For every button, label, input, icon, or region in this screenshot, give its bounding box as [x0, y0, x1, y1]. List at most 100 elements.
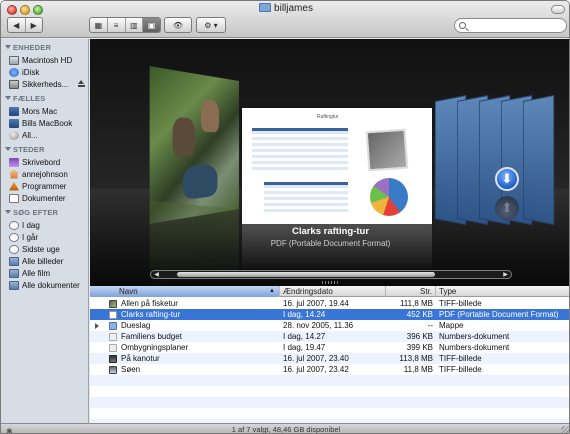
sidebar-item-desktop[interactable]: Skrivebord: [1, 156, 88, 168]
sidebar-item-all-movies[interactable]: Alle film: [1, 267, 88, 279]
column-header-date[interactable]: Ændringsdato: [280, 286, 386, 297]
coverflow-item-folder[interactable]: [523, 94, 555, 226]
eject-icon[interactable]: [78, 80, 85, 87]
sidebar-item-last-week[interactable]: Sidste uge: [1, 243, 88, 255]
download-arrow-icon: ⬇: [495, 167, 519, 191]
action-gear-icon[interactable]: ✱: [6, 426, 13, 433]
sidebar-section-title: SØG EFTER: [13, 208, 59, 217]
search-icon: [459, 22, 466, 29]
toolbar-toggle-button[interactable]: [551, 5, 565, 14]
forward-button[interactable]: ▶: [26, 18, 43, 32]
sidebar-section-places[interactable]: STEDER: [1, 141, 88, 156]
sidebar-item-label: Mors Mac: [22, 106, 58, 116]
sidebar-item-all-shared[interactable]: All...: [1, 129, 88, 141]
sidebar-item-label: annejohnson: [22, 169, 68, 179]
coverflow-view[interactable]: Raftingtur ⬇ ⬆ Clarks rafting-tur PDF (P…: [90, 39, 569, 286]
table-row[interactable]: Dueslag 28. nov 2005, 11.36 -- Mappe: [90, 320, 569, 331]
document-table: [252, 128, 348, 172]
sidebar-item-label: Macintosh HD: [22, 55, 73, 65]
sidebar-item-macintosh-hd[interactable]: Macintosh HD: [1, 54, 88, 66]
resize-handle-icon[interactable]: [561, 426, 569, 433]
action-menu-button[interactable]: ⚙ ▾: [196, 17, 226, 33]
file-date: 16. jul 2007, 23.42: [283, 365, 349, 374]
coverflow-scrollbar[interactable]: ◀ ▶: [150, 270, 512, 279]
sidebar-item-all-images[interactable]: Alle billeder: [1, 255, 88, 267]
column-header-name[interactable]: Navn ▲: [90, 286, 280, 297]
file-icon: [109, 344, 117, 352]
table-row[interactable]: Clarks rafting-tur I dag, 14.24 452 KB PDF …: [90, 309, 569, 320]
photo-figure: [172, 116, 196, 157]
column-header-size[interactable]: Str.: [386, 286, 436, 297]
file-type: TIFF-billede: [439, 354, 482, 363]
coverflow-selected-name: Clarks rafting-tur: [291, 226, 370, 237]
scroll-left-arrow-icon[interactable]: ◀: [151, 271, 162, 278]
file-icon: [109, 355, 117, 363]
file-icon: [109, 311, 117, 319]
sidebar-item-documents[interactable]: Dokumenter: [1, 192, 88, 204]
sidebar-item-bills-macbook[interactable]: Bills MacBook: [1, 117, 88, 129]
sidebar-item-mors-mac[interactable]: Mors Mac: [1, 105, 88, 117]
file-type: Mappe: [439, 321, 464, 330]
coverflow-resize-grip[interactable]: [322, 281, 338, 284]
table-row[interactable]: Ombygningsplaner I dag, 19.47 399 KB Number…: [90, 342, 569, 353]
back-button[interactable]: ◀: [8, 18, 26, 32]
list-header: Navn ▲ Ændringsdato Str. Type: [90, 286, 569, 297]
gear-icon: ⚙ ▾: [204, 20, 218, 30]
file-type: TIFF-billede: [439, 365, 482, 374]
documents-icon: [9, 193, 19, 203]
sidebar-item-applications[interactable]: Programmer: [1, 180, 88, 192]
file-size: 452 KB: [406, 310, 433, 319]
sidebar-item-all-documents[interactable]: Alle dokumenter: [1, 279, 88, 291]
file-type: TIFF-billede: [439, 299, 482, 308]
table-row[interactable]: Søen 16. jul 2007, 23.42 11,8 MB TIFF-bille…: [90, 364, 569, 375]
sidebar-section-shared[interactable]: FÆLLES: [1, 90, 88, 105]
coverflow-item-document[interactable]: Raftingtur: [242, 108, 432, 224]
search-field[interactable]: [454, 18, 567, 33]
disclosure-triangle-icon[interactable]: [95, 323, 99, 329]
view-mode-selector: ▦ ≡ ▥ ▣: [89, 17, 161, 33]
coverflow-scroll-thumb[interactable]: [177, 272, 435, 277]
file-name: Dueslag: [121, 321, 151, 330]
icon-view-button[interactable]: ▦: [90, 18, 108, 32]
globe-icon: [9, 130, 19, 140]
sidebar-item-label: Dokumenter: [22, 193, 66, 203]
file-icon: [109, 300, 117, 308]
idisk-icon: [9, 67, 19, 77]
pie-chart-icon: [370, 178, 408, 216]
table-row[interactable]: Allen på fisketur 16. jul 2007, 19.44 111,…: [90, 298, 569, 309]
clock-icon: [9, 220, 19, 230]
sidebar-section-search-for[interactable]: SØG EFTER: [1, 204, 88, 219]
sidebar-item-label: I går: [22, 232, 39, 242]
sidebar-item-label: Sidste uge: [22, 244, 60, 254]
sidebar-item-home[interactable]: annejohnson: [1, 168, 88, 180]
file-icon: [109, 366, 117, 374]
column-header-label: Navn: [119, 287, 138, 296]
document-photos: [365, 128, 409, 172]
sidebar-section-devices[interactable]: ENHEDER: [1, 39, 88, 54]
coverflow-view-button[interactable]: ▣: [143, 18, 160, 32]
coverflow-selected-kind: PDF (Portable Document Format): [270, 239, 391, 248]
quicklook-button[interactable]: 👁: [164, 17, 192, 33]
status-text: 1 af 7 valgt, 48,46 GB disponibel: [231, 425, 341, 434]
disclosure-triangle-icon: [5, 45, 11, 49]
sidebar-item-yesterday[interactable]: I går: [1, 231, 88, 243]
file-name: Clarks rafting-tur: [121, 310, 181, 319]
sidebar-item-backup-volume[interactable]: Sikkerheds...: [1, 78, 88, 90]
column-view-button[interactable]: ▥: [126, 18, 144, 32]
file-type: PDF (Portable Document Format): [439, 310, 559, 319]
sidebar-item-today[interactable]: I dag: [1, 219, 88, 231]
window-title-text: billjames: [274, 3, 313, 14]
column-header-type[interactable]: Type: [436, 286, 569, 297]
scroll-right-arrow-icon[interactable]: ▶: [500, 271, 511, 278]
coverflow-item-photo[interactable]: [149, 66, 239, 224]
file-date: 16. jul 2007, 23.40: [283, 354, 349, 363]
sidebar-item-label: Programmer: [22, 181, 67, 191]
sidebar-item-label: Sikkerheds...: [22, 79, 69, 89]
list-view-button[interactable]: ≡: [108, 18, 126, 32]
table-row[interactable]: Familiens budget I dag, 14.27 396 KB Number…: [90, 331, 569, 342]
table-row[interactable]: På kanotur 16. jul 2007, 23.40 113,8 MB TIF…: [90, 353, 569, 364]
smart-folder-icon: [9, 280, 19, 290]
window-title: billjames: [1, 3, 569, 14]
sidebar-item-idisk[interactable]: iDisk: [1, 66, 88, 78]
file-size: 396 KB: [406, 332, 433, 341]
